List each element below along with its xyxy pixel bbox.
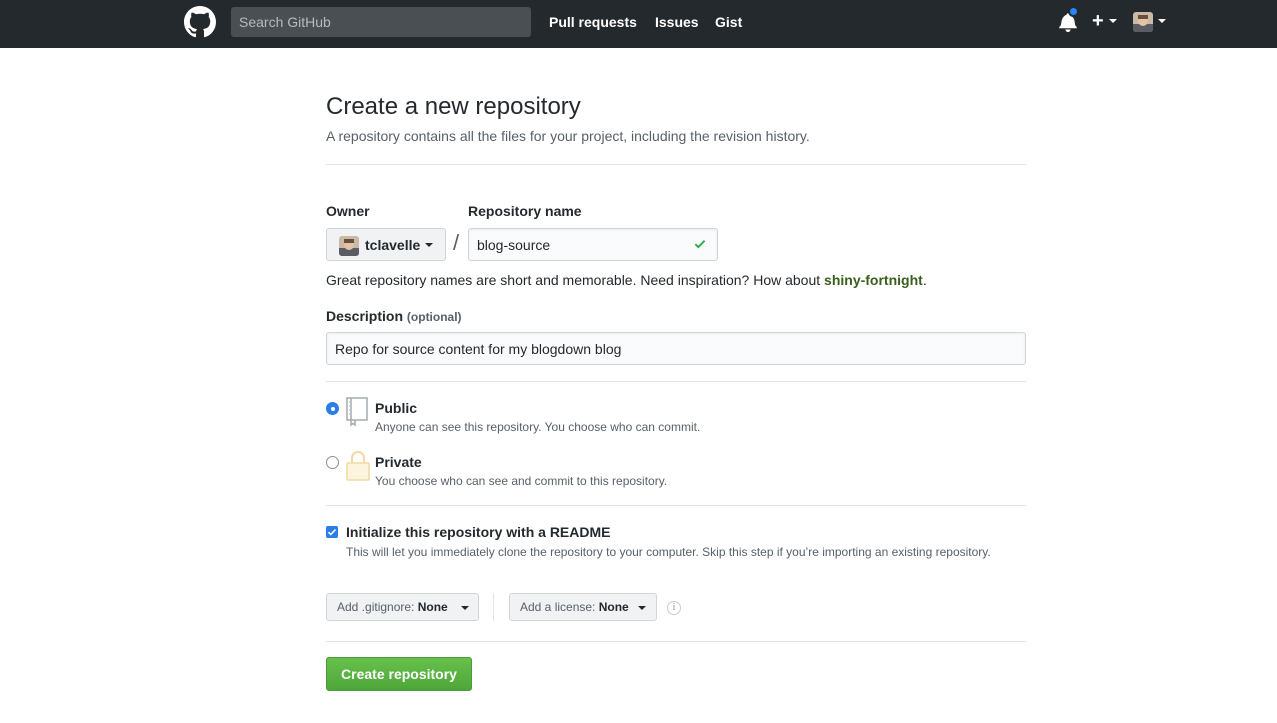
divider bbox=[326, 381, 1026, 382]
lock-icon bbox=[346, 451, 370, 481]
hint-end: . bbox=[922, 272, 927, 288]
license-value: None bbox=[598, 600, 629, 614]
public-title: Public bbox=[375, 400, 418, 416]
optional-tag: (optional) bbox=[406, 310, 462, 324]
gitignore-select[interactable]: Add .gitignore: None bbox=[326, 593, 479, 621]
divider bbox=[326, 641, 1026, 642]
nav-pull-requests[interactable]: Pull requests bbox=[549, 14, 637, 30]
avatar[interactable] bbox=[1133, 12, 1153, 32]
nav-gist[interactable]: Gist bbox=[715, 14, 742, 30]
divider bbox=[326, 505, 1026, 506]
gitignore-prefix: Add .gitignore: bbox=[337, 600, 418, 614]
owner-name: tclavelle bbox=[365, 236, 421, 253]
private-desc: You choose who can see and commit to thi… bbox=[375, 474, 668, 488]
readme-checkbox[interactable] bbox=[326, 526, 338, 538]
owner-repo-separator: / bbox=[453, 230, 460, 255]
chevron-down-icon[interactable] bbox=[1158, 19, 1166, 23]
chevron-down-icon bbox=[425, 243, 433, 247]
notification-dot bbox=[1068, 6, 1079, 17]
page-title: Create a new repository bbox=[326, 93, 581, 120]
divider bbox=[493, 593, 494, 621]
nav-issues[interactable]: Issues bbox=[655, 14, 699, 30]
license-prefix: Add a license: bbox=[520, 600, 599, 614]
visibility-public-radio[interactable] bbox=[326, 402, 339, 415]
license-select[interactable]: Add a license: None bbox=[509, 593, 657, 621]
owner-select[interactable]: tclavelle bbox=[326, 228, 446, 261]
readme-title: Initialize this repository with a README bbox=[346, 524, 611, 540]
gitignore-value: None bbox=[417, 600, 448, 614]
checkmark-icon bbox=[694, 240, 706, 249]
owner-label: Owner bbox=[326, 203, 370, 219]
top-header: Pull requests Issues Gist + bbox=[0, 0, 1277, 48]
avatar bbox=[339, 236, 359, 256]
info-icon[interactable]: i bbox=[667, 601, 681, 615]
repo-name-input[interactable] bbox=[468, 228, 718, 261]
page-subtitle: A repository contains all the files for … bbox=[326, 128, 810, 144]
divider bbox=[326, 164, 1026, 165]
description-input[interactable] bbox=[326, 332, 1026, 365]
create-repository-button[interactable]: Create repository bbox=[326, 657, 472, 691]
github-logo-icon[interactable] bbox=[184, 6, 216, 38]
description-label-text: Description bbox=[326, 308, 404, 324]
readme-desc: This will let you immediately clone the … bbox=[346, 545, 991, 559]
visibility-private-radio[interactable] bbox=[326, 456, 339, 469]
repo-name-label: Repository name bbox=[468, 203, 582, 219]
private-title: Private bbox=[375, 454, 422, 470]
repo-book-icon bbox=[346, 397, 368, 427]
plus-icon[interactable]: + bbox=[1092, 10, 1104, 32]
description-label: Description (optional) bbox=[326, 308, 462, 324]
repo-name-hint: Great repository names are short and mem… bbox=[326, 272, 927, 288]
name-suggestion-link[interactable]: shiny-fortnight bbox=[824, 272, 923, 288]
checkmark-icon bbox=[327, 528, 337, 536]
chevron-down-icon[interactable] bbox=[1109, 19, 1117, 23]
search-input[interactable] bbox=[231, 7, 531, 37]
hint-text: Great repository names are short and mem… bbox=[326, 272, 825, 288]
chevron-down-icon bbox=[638, 606, 646, 610]
chevron-down-icon bbox=[461, 606, 469, 610]
public-desc: Anyone can see this repository. You choo… bbox=[375, 420, 701, 434]
